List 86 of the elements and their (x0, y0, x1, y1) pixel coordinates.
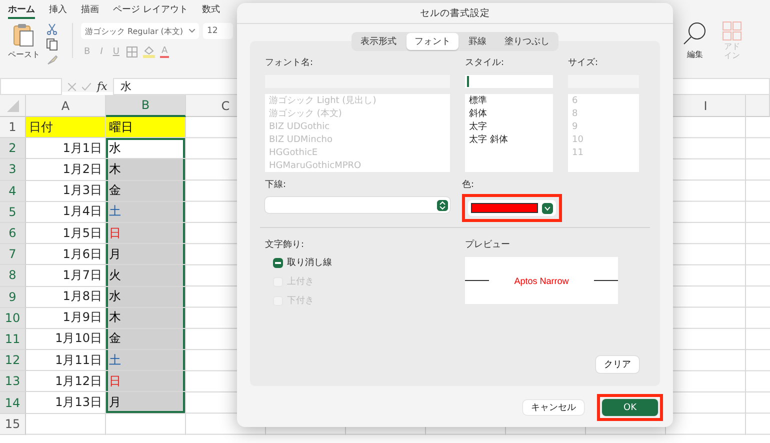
dialog-tab[interactable]: 塗りつぶし (496, 33, 558, 50)
row-header[interactable]: 7 (0, 244, 26, 266)
table-cell: 日 (106, 222, 186, 244)
field-label: プレビュー (465, 238, 511, 251)
row-header[interactable]: 15 (0, 414, 26, 435)
row-header[interactable]: 3 (0, 159, 26, 181)
column-header[interactable]: A (26, 95, 106, 117)
borders-icon[interactable] (126, 46, 138, 58)
column-header[interactable] (746, 95, 770, 117)
field-label: フォント名: (265, 56, 314, 69)
table-cell: 水 (106, 138, 186, 160)
row-header[interactable]: 9 (0, 286, 26, 308)
table-cell: 1月3日 (26, 180, 106, 202)
field-label: サイズ: (568, 56, 600, 69)
select-all-icon[interactable] (6, 100, 18, 112)
row-header[interactable]: 2 (0, 138, 26, 160)
row-header[interactable]: 4 (0, 180, 26, 202)
paste-label: ペースト (8, 49, 40, 60)
checkmark-icon[interactable] (82, 82, 91, 90)
list-item[interactable]: 標準 (469, 95, 549, 108)
row-header[interactable]: 6 (0, 222, 26, 244)
function-button[interactable]: fx (97, 80, 108, 93)
table-cell: 土 (106, 202, 186, 223)
row-header[interactable]: 12 (0, 350, 26, 372)
ribbon-tab[interactable]: 挿入 (49, 3, 67, 19)
fill-bucket-icon[interactable] (142, 45, 156, 58)
table-cell: 木 (106, 159, 186, 181)
stepper-icon[interactable] (437, 200, 448, 210)
chevron-icon[interactable] (542, 202, 553, 214)
list-item[interactable]: 太字 斜体 (469, 134, 549, 147)
table-cell: 月 (106, 392, 186, 414)
edit-button[interactable]: 編集 (682, 21, 708, 61)
table-cell: 1月8日 (26, 286, 106, 308)
cancel-button[interactable]: キャンセル (523, 400, 584, 415)
color-dropdown[interactable] (468, 200, 556, 216)
table-cell: 火 (106, 265, 186, 286)
ribbon-tab[interactable]: ホーム (8, 3, 35, 19)
clear-button[interactable]: クリア (596, 356, 639, 373)
font-size-field[interactable]: 12 (203, 23, 233, 39)
font-name-field[interactable]: 游ゴシック Regular (本文) (81, 23, 199, 39)
row-header[interactable]: 11 (0, 328, 26, 350)
column-header[interactable]: B (106, 95, 186, 117)
table-cell: 日付 (26, 117, 106, 138)
preview-text: Aptos Narrow (514, 276, 569, 286)
table-cell: 月 (106, 244, 186, 266)
list-item[interactable]: 太字 (469, 121, 549, 134)
table-cell: 金 (106, 180, 186, 202)
field-label: 文字飾り: (265, 238, 306, 251)
dialog-tab[interactable]: フォント (406, 33, 458, 50)
ribbon-tab[interactable]: 描画 (81, 3, 99, 19)
table-cell: 木 (106, 308, 186, 329)
table-cell: 1月9日 (26, 308, 106, 329)
table-cell: 土 (106, 350, 186, 372)
dialog-tab[interactable]: 表示形式 (352, 33, 404, 50)
row-header[interactable]: 10 (0, 308, 26, 329)
brush-icon[interactable] (46, 54, 58, 66)
table-cell: 1月11日 (26, 350, 106, 372)
ok-button[interactable]: OK (602, 399, 658, 416)
underline-dropdown[interactable] (265, 197, 450, 213)
table-cell: 金 (106, 328, 186, 350)
dialog-tab[interactable]: 罫線 (460, 33, 494, 50)
copy-icon[interactable] (46, 38, 58, 51)
table-cell: 曜日 (106, 117, 186, 138)
cancel-icon[interactable] (68, 82, 76, 90)
scissors-icon[interactable] (46, 23, 58, 35)
row-header[interactable]: 1 (0, 117, 26, 138)
table-cell: 水 (106, 286, 186, 308)
dialog-title: セルの書式設定 (420, 6, 490, 20)
text-field[interactable] (465, 75, 553, 88)
field-label: スタイル: (465, 57, 506, 69)
row-header[interactable]: 14 (0, 392, 26, 414)
name-box[interactable] (0, 78, 62, 95)
ribbon-tab[interactable]: ページ レイアウト (113, 3, 188, 19)
row-header[interactable]: 13 (0, 371, 26, 392)
table-cell: 1月1日 (26, 138, 106, 160)
field-label: 下線: (265, 179, 288, 191)
table-cell: 日 (106, 371, 186, 392)
field-label: 色: (462, 178, 476, 191)
table-cell: 1月6日 (26, 244, 106, 266)
chevron-icon[interactable] (189, 29, 195, 33)
row-header[interactable]: 8 (0, 265, 26, 286)
clipboard-icon[interactable] (13, 23, 35, 47)
checkbox[interactable]: 取り消し線 (265, 255, 465, 270)
list-item[interactable]: 斜体 (469, 108, 549, 121)
ribbon-tab[interactable]: 数式 (202, 3, 220, 19)
row-header[interactable]: 5 (0, 202, 26, 223)
